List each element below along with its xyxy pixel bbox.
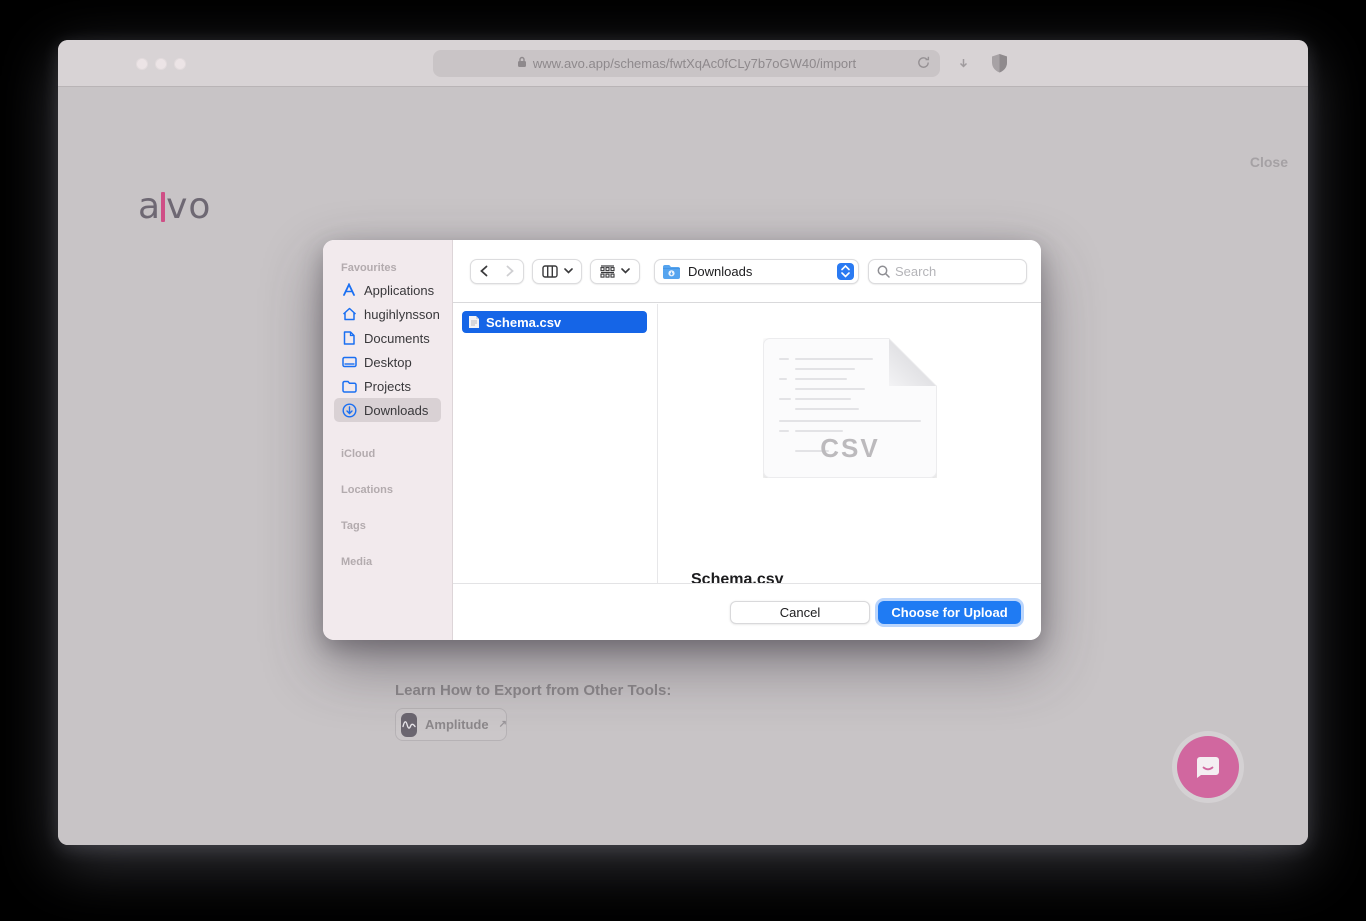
screen: www.avo.app/schemas/fwtXqAc0fCLy7b7oGW40… xyxy=(0,0,1366,921)
minimize-window-button[interactable] xyxy=(155,58,167,70)
file-list: Schema.csv xyxy=(453,304,658,583)
sidebar-item-home[interactable]: hugihlynsson xyxy=(334,302,441,326)
dialog-sidebar: Favourites Applications hugihlynsson xyxy=(323,240,453,640)
folder-icon xyxy=(341,378,357,394)
search-field[interactable] xyxy=(868,259,1027,284)
chat-smile-icon xyxy=(1193,752,1223,782)
csv-document-thumbnail: CSV xyxy=(763,338,937,478)
sidebar-item-applications[interactable]: Applications xyxy=(334,278,441,302)
address-bar[interactable]: www.avo.app/schemas/fwtXqAc0fCLy7b7oGW40… xyxy=(433,50,940,77)
sidebar-item-projects[interactable]: Projects xyxy=(334,374,441,398)
avo-logo: avo xyxy=(138,186,211,227)
close-button[interactable]: Close xyxy=(1250,154,1288,170)
browser-titlebar: www.avo.app/schemas/fwtXqAc0fCLy7b7oGW40… xyxy=(58,40,1308,87)
file-row-schema-csv[interactable]: Schema.csv xyxy=(462,311,647,333)
home-icon xyxy=(341,306,357,322)
file-open-dialog: Favourites Applications hugihlynsson xyxy=(323,240,1041,640)
view-columns-button[interactable] xyxy=(532,259,582,284)
csv-file-icon xyxy=(468,315,480,329)
zoom-window-button[interactable] xyxy=(174,58,186,70)
search-input[interactable] xyxy=(895,264,1005,279)
preview-filename: Schema.csv xyxy=(691,571,784,583)
dialog-main: Downloads xyxy=(453,240,1041,640)
sidebar-item-label: Documents xyxy=(364,331,430,346)
preview-pane: CSV Schema.csv CSV Document - 433 KB Inf… xyxy=(659,304,1041,583)
location-value: Downloads xyxy=(688,264,752,279)
shield-icon[interactable] xyxy=(991,53,1008,79)
sidebar-section-media[interactable]: Media xyxy=(323,536,452,572)
sidebar-item-downloads[interactable]: Downloads xyxy=(334,398,441,422)
download-icon[interactable] xyxy=(953,53,974,79)
chevron-down-icon xyxy=(564,268,573,274)
sidebar-section-tags[interactable]: Tags xyxy=(323,500,452,536)
external-link-arrow-icon: ↗ xyxy=(499,719,507,730)
group-by-button[interactable] xyxy=(590,259,640,284)
downloads-icon xyxy=(341,402,357,418)
forward-button[interactable] xyxy=(497,265,523,277)
desktop-icon xyxy=(341,354,357,370)
browser-window: www.avo.app/schemas/fwtXqAc0fCLy7b7oGW40… xyxy=(58,40,1308,845)
logo-pink-bar xyxy=(161,192,165,222)
cancel-button[interactable]: Cancel xyxy=(730,601,870,624)
sidebar-item-label: hugihlynsson xyxy=(364,307,440,322)
chat-widget-halo xyxy=(1172,731,1244,803)
sidebar-item-label: Applications xyxy=(364,283,434,298)
search-icon xyxy=(877,265,890,278)
nav-buttons xyxy=(470,259,524,284)
amplitude-link-button[interactable]: Amplitude ↗ xyxy=(395,708,507,741)
choose-for-upload-button[interactable]: Choose for Upload xyxy=(878,601,1021,624)
downloads-folder-icon xyxy=(662,264,681,279)
grid-view-icon xyxy=(600,265,615,278)
url-text: www.avo.app/schemas/fwtXqAc0fCLy7b7oGW40… xyxy=(533,56,856,71)
amplitude-label: Amplitude xyxy=(425,717,489,732)
document-icon xyxy=(341,330,357,346)
csv-fold-corner xyxy=(889,338,937,386)
columns-view-icon xyxy=(542,265,558,278)
chat-bubble-button[interactable] xyxy=(1177,736,1239,798)
sidebar-item-label: Projects xyxy=(364,379,411,394)
logo-text-left: a xyxy=(138,186,161,227)
lock-icon xyxy=(517,56,527,71)
sidebar-section-locations[interactable]: Locations xyxy=(323,464,452,500)
sidebar-item-desktop[interactable]: Desktop xyxy=(334,350,441,374)
sidebar-item-label: Desktop xyxy=(364,355,412,370)
chevron-down-icon xyxy=(621,268,630,274)
dialog-toolbar: Downloads xyxy=(453,240,1041,303)
applications-icon xyxy=(341,282,357,298)
dialog-footer: Cancel Choose for Upload xyxy=(453,583,1041,640)
sidebar-item-label: Downloads xyxy=(364,403,428,418)
sidebar-item-documents[interactable]: Documents xyxy=(334,326,441,350)
reload-icon[interactable] xyxy=(916,55,931,73)
csv-badge: CSV xyxy=(763,433,937,464)
close-window-button[interactable] xyxy=(136,58,148,70)
amplitude-icon xyxy=(401,713,417,737)
file-name: Schema.csv xyxy=(486,315,561,330)
dropdown-stepper-icon xyxy=(837,263,854,280)
sidebar-section-favourites: Favourites xyxy=(323,256,452,278)
location-dropdown[interactable]: Downloads xyxy=(654,259,859,284)
sidebar-section-icloud[interactable]: iCloud xyxy=(323,434,452,464)
logo-text-right: vo xyxy=(166,186,211,227)
learn-export-heading: Learn How to Export from Other Tools: xyxy=(395,682,671,699)
back-button[interactable] xyxy=(471,265,497,277)
